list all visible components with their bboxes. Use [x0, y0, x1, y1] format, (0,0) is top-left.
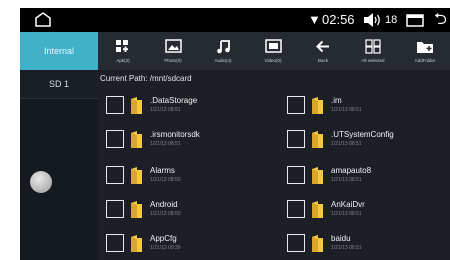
apps-grid-icon — [115, 38, 131, 54]
add-folder-label: AddFolder — [414, 58, 436, 63]
arrow-left-icon — [315, 38, 331, 54]
folder-icon — [130, 234, 143, 258]
folder-icon — [311, 130, 324, 154]
item-checkbox[interactable] — [287, 166, 305, 184]
select-all-icon — [365, 38, 381, 54]
photo-icon — [164, 38, 182, 54]
volume-level: 18 — [385, 14, 398, 26]
music-note-icon — [216, 38, 231, 54]
file-date: 1/21/13 08:51 — [331, 107, 362, 113]
file-date: 1/21/13 08:50 — [150, 211, 181, 217]
audio-button[interactable]: Audio(4) — [198, 32, 248, 70]
file-name: amapauto8 — [331, 166, 372, 175]
file-date: 1/21/13 08:50 — [150, 177, 181, 183]
file-date: 1/21/13 08:51 — [331, 177, 362, 183]
device-screen: ▼ 02:56 18 ⮌ Internal SD 1 Apk(2) Photo(… — [20, 8, 450, 260]
window-icon[interactable] — [406, 14, 424, 32]
file-date: 1/21/13 08:51 — [150, 141, 181, 147]
file-item[interactable]: Alarms 1/21/13 08:50 — [106, 164, 276, 190]
file-name: AnKaiDvr — [331, 200, 365, 209]
file-date: 1/21/13 08:51 — [331, 211, 362, 217]
storage-sidebar: Internal SD 1 — [20, 32, 98, 260]
back-label: Back — [317, 58, 328, 63]
video-icon — [264, 38, 282, 54]
file-name: .irsmonitorsdk — [150, 130, 200, 139]
item-checkbox[interactable] — [287, 96, 305, 114]
file-item[interactable]: amapauto8 1/21/13 08:51 — [287, 164, 450, 190]
folder-icon — [311, 234, 324, 258]
add-folder-icon — [416, 38, 434, 54]
add-folder-button[interactable]: AddFolder — [400, 32, 450, 70]
folder-icon — [130, 130, 143, 154]
folder-icon — [130, 96, 143, 120]
file-date: 1/21/13 08:51 — [150, 107, 181, 113]
file-item[interactable]: .DataStorage 1/21/13 08:51 — [106, 94, 276, 120]
file-name: Android — [150, 200, 178, 209]
file-name: baidu — [331, 234, 351, 243]
volume-icon[interactable] — [363, 12, 383, 33]
folder-icon — [311, 96, 324, 120]
floating-assist-button[interactable] — [30, 171, 52, 193]
photo-button[interactable]: Photo(0) — [148, 32, 198, 70]
folder-icon — [311, 200, 324, 224]
item-checkbox[interactable] — [287, 130, 305, 148]
file-date: 1/21/13 09:39 — [150, 245, 181, 251]
apk-label: Apk(2) — [116, 58, 130, 63]
status-bar: ▼ 02:56 18 ⮌ — [20, 8, 450, 32]
back-button[interactable]: Back — [298, 32, 348, 70]
toolbar: Apk(2) Photo(0) Audio(4) Video(0) Back A… — [98, 32, 450, 70]
item-checkbox[interactable] — [106, 234, 124, 252]
file-item[interactable]: Android 1/21/13 08:50 — [106, 198, 276, 224]
tab-sd-1[interactable]: SD 1 — [20, 70, 98, 99]
current-path: Current Path: /mnt/sdcard — [100, 74, 192, 83]
file-item[interactable]: .irsmonitorsdk 1/21/13 08:51 — [106, 128, 276, 154]
file-item[interactable]: baidu 1/21/13 08:51 — [287, 232, 450, 258]
file-name: Alarms — [150, 166, 175, 175]
item-checkbox[interactable] — [106, 130, 124, 148]
item-checkbox[interactable] — [106, 96, 124, 114]
item-checkbox[interactable] — [287, 234, 305, 252]
folder-icon — [130, 200, 143, 224]
video-label: Video(0) — [264, 58, 282, 63]
select-all-button[interactable]: All selected — [348, 32, 398, 70]
audio-label: Audio(4) — [214, 58, 232, 63]
file-item[interactable]: AppCfg 1/21/13 09:39 — [106, 232, 276, 258]
wifi-icon: ▼ — [308, 12, 321, 27]
file-item[interactable]: .UTSystemConfig 1/21/13 08:51 — [287, 128, 450, 154]
folder-icon — [311, 166, 324, 190]
status-time: 02:56 — [322, 12, 355, 27]
select-all-label: All selected — [361, 58, 385, 63]
file-item[interactable]: AnKaiDvr 1/21/13 08:51 — [287, 198, 450, 224]
file-name: .im — [331, 96, 342, 105]
return-icon[interactable]: ⮌ — [434, 12, 447, 28]
item-checkbox[interactable] — [106, 200, 124, 218]
folder-icon — [130, 166, 143, 190]
item-checkbox[interactable] — [106, 166, 124, 184]
apk-button[interactable]: Apk(2) — [98, 32, 148, 70]
item-checkbox[interactable] — [287, 200, 305, 218]
file-name: .UTSystemConfig — [331, 130, 394, 139]
file-name: .DataStorage — [150, 96, 198, 105]
video-button[interactable]: Video(0) — [248, 32, 298, 70]
tab-internal[interactable]: Internal — [20, 32, 98, 70]
file-item[interactable]: .im 1/21/13 08:51 — [287, 94, 450, 120]
file-name: AppCfg — [150, 234, 177, 243]
file-date: 1/21/13 08:51 — [331, 245, 362, 251]
home-icon[interactable] — [34, 12, 52, 32]
photo-label: Photo(0) — [164, 58, 182, 63]
file-date: 1/21/13 08:51 — [331, 141, 362, 147]
